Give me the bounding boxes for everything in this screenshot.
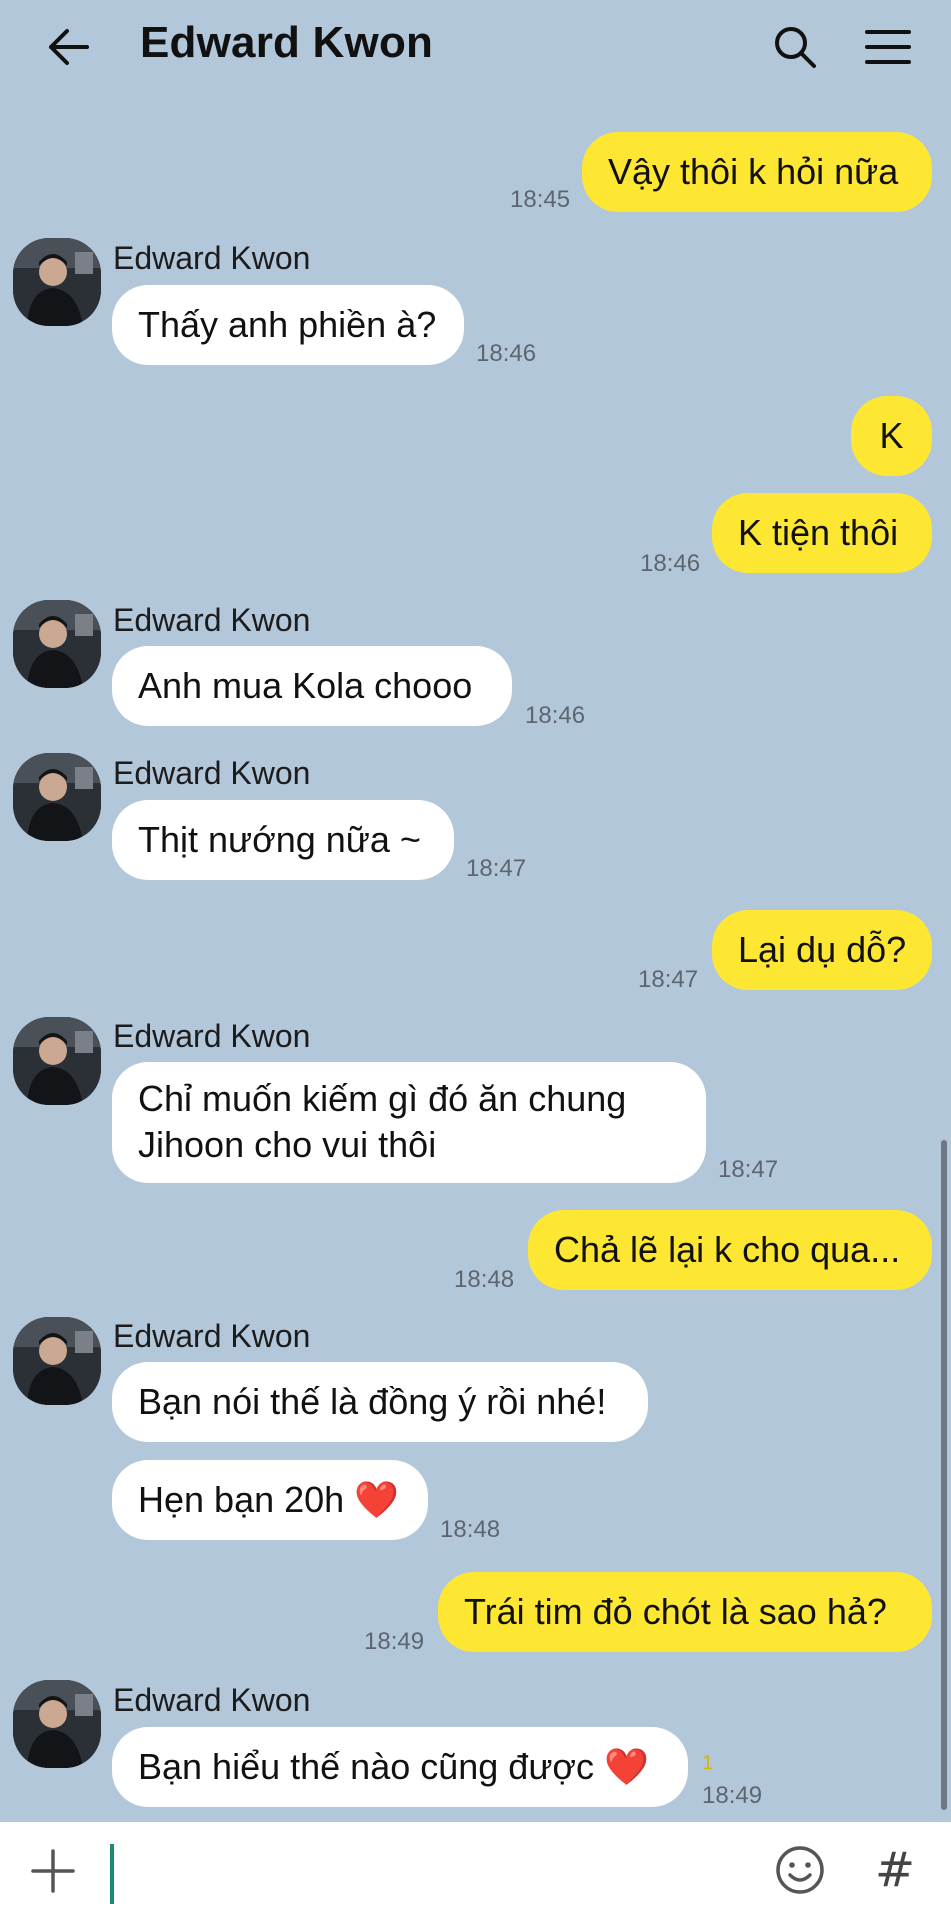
chat-header: Edward Kwon [0,0,951,95]
their-message-bubble[interactable]: Hẹn bạn 20h ❤️ [112,1460,428,1540]
emoji-icon [776,1846,824,1894]
avatar[interactable] [13,753,101,841]
my-message-bubble[interactable]: K tiện thôi [712,493,932,573]
message-input[interactable] [108,1836,752,1908]
scrollbar[interactable] [941,1140,947,1810]
chat-screen: Edward Kwon Vậy thôi k hỏi nữa 18:45 Edw… [0,0,951,1920]
profile-photo-icon [13,1017,101,1105]
chat-title: Edward Kwon [140,18,434,67]
their-message-bubble[interactable]: Thấy anh phiền à? [112,285,464,365]
my-message-bubble[interactable]: Vậy thôi k hỏi nữa [582,132,932,212]
sender-name: Edward Kwon [113,1318,311,1354]
search-icon [775,27,816,68]
emoji-button[interactable] [774,1844,826,1896]
message-time: 18:47 [638,966,699,993]
text-caret [110,1844,114,1904]
sender-name: Edward Kwon [113,240,311,276]
my-message-bubble[interactable]: K [851,396,932,476]
back-button[interactable] [40,22,96,72]
my-message-bubble[interactable]: Lại dụ dỗ? [712,910,932,990]
unread-count: 1 [702,1752,714,1774]
message-time: 18:47 [466,855,527,882]
their-message-bubble[interactable]: Bạn hiểu thế nào cũng được ❤️ [112,1727,688,1807]
message-time: 18:48 [440,1516,501,1543]
plus-icon [31,1849,75,1893]
message-time: 18:46 [640,550,701,577]
arrow-left-icon [49,29,89,65]
message-time: 18:48 [454,1266,515,1293]
message-time: 18:46 [476,340,537,367]
sender-name: Edward Kwon [113,602,311,638]
my-message-bubble[interactable]: Trái tim đỏ chót là sao hả? [438,1572,932,1652]
message-time: 18:49 [364,1628,425,1655]
attach-button[interactable] [28,1846,78,1896]
their-message-bubble[interactable]: Chỉ muốn kiếm gì đó ăn chung Jihoon cho … [112,1062,706,1183]
profile-photo-icon [13,600,101,688]
avatar[interactable] [13,600,101,688]
profile-photo-icon [13,1680,101,1768]
profile-photo-icon [13,753,101,841]
search-button[interactable] [770,22,820,72]
message-time: 18:49 [702,1782,763,1809]
avatar[interactable] [13,1680,101,1768]
my-message-bubble[interactable]: Chả lẽ lại k cho qua... [528,1210,932,1290]
hamburger-menu-icon [865,30,911,64]
message-time: 18:47 [718,1156,779,1183]
message-time: 18:46 [525,702,586,729]
avatar[interactable] [13,1317,101,1405]
message-time: 18:45 [510,186,571,213]
profile-photo-icon [13,238,101,326]
sender-name: Edward Kwon [113,1682,311,1718]
sender-name: Edward Kwon [113,1018,311,1054]
avatar[interactable] [13,1017,101,1105]
avatar[interactable] [13,238,101,326]
their-message-bubble[interactable]: Thịt nướng nữa ~ [112,800,454,880]
menu-button[interactable] [860,22,916,72]
message-input-bar: # [0,1822,951,1920]
their-message-bubble[interactable]: Anh mua Kola chooo [112,646,512,726]
profile-photo-icon [13,1317,101,1405]
sender-name: Edward Kwon [113,755,311,791]
hashtag-button[interactable]: # [870,1842,920,1898]
their-message-bubble[interactable]: Bạn nói thế là đồng ý rồi nhé! [112,1362,648,1442]
